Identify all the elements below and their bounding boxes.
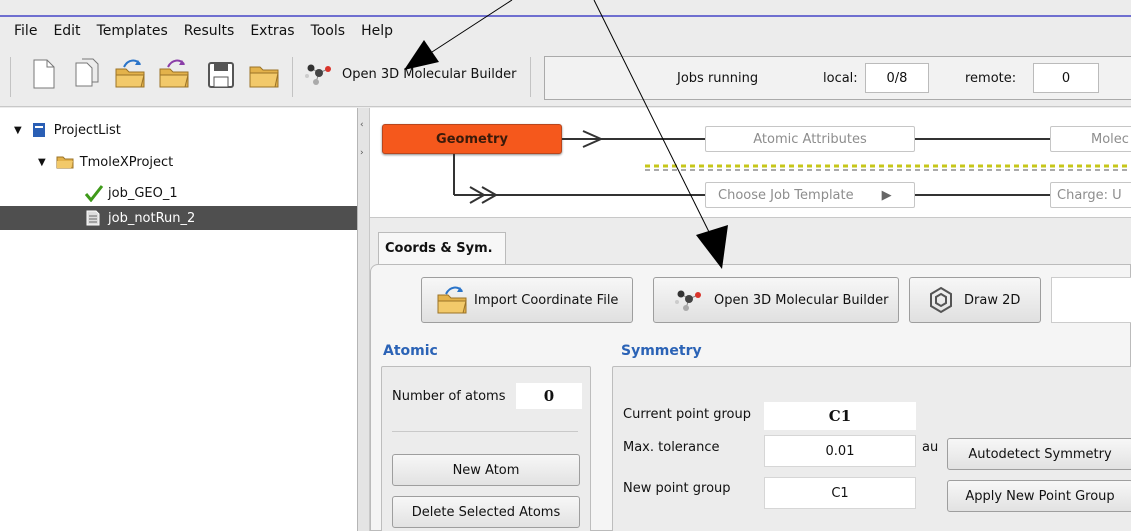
copy-file-icon[interactable] [72,57,102,91]
draw-2d-button[interactable]: Draw 2D [909,277,1041,323]
symmetry-section-title: Symmetry [621,343,702,359]
max-tolerance-label: Max. tolerance [623,440,720,455]
current-point-group-value: C1 [764,402,916,430]
delete-selected-atoms-button[interactable]: Delete Selected Atoms [392,496,580,528]
new-atom-button[interactable]: New Atom [392,454,580,486]
save-icon[interactable] [206,57,236,91]
remote-label: remote: [965,71,1017,86]
divider [392,431,578,432]
tree-job-label: job_notRun_2 [108,210,196,226]
molecule-icon [675,290,701,311]
new-point-group-input[interactable]: C1 [764,477,916,509]
number-of-atoms-value: 0 [516,383,582,409]
atomic-attributes-step[interactable]: Atomic Attributes [705,126,915,152]
max-tolerance-input[interactable]: 0.01 [764,435,916,467]
open-3d-builder-label: Open 3D Molecular Builder [342,66,517,82]
tree-job-label: job_GEO_1 [108,185,178,201]
new-file-icon[interactable] [28,57,58,91]
tolerance-unit-label: au [922,440,939,455]
choose-job-template-label: Choose Job Template [718,187,854,203]
open-project-recent-icon[interactable] [158,57,189,91]
hexagon-icon [930,286,952,314]
expand-arrow-icon[interactable]: ▼ [38,157,46,168]
app-window: File Edit Templates Results Extras Tools… [0,0,1131,531]
menu-bar: File Edit Templates Results Extras Tools… [0,15,1131,45]
import-coordinate-file-button[interactable]: Import Coordinate File [421,277,633,323]
collapse-left-icon[interactable]: ‹ [360,120,364,130]
extra-toolbar-slot [1051,277,1131,323]
open-3d-builder-toolbar-button[interactable]: Open 3D Molecular Builder [302,60,516,88]
project-list-icon [32,123,45,137]
coords-sym-panel: Import Coordinate File Open 3D Molecular… [370,264,1131,531]
menu-extras[interactable]: Extras [250,23,294,39]
remote-jobs-field: 0 [1033,63,1099,93]
molecular-step[interactable]: Molec [1050,126,1131,152]
molecule-icon [305,64,331,85]
tree-item-job-notrun[interactable]: job_notRun_2 [0,206,357,230]
play-arrow-icon: ▶ [881,187,892,203]
local-label: local: [823,71,858,86]
toolbar-separator [530,57,531,97]
open-3d-builder-button[interactable]: Open 3D Molecular Builder [653,277,899,323]
autodetect-symmetry-button[interactable]: Autodetect Symmetry [947,438,1131,470]
open-3d-builder-label: Open 3D Molecular Builder [714,292,889,308]
jobs-running-label: Jobs running [677,71,759,86]
panel-splitter[interactable]: ‹ › [358,108,370,531]
local-jobs-field: 0/8 [865,63,929,93]
choose-job-template-step[interactable]: Choose Job Template ▶ [705,182,915,208]
symmetry-groupbox: Current point group C1 Max. tolerance 0.… [612,366,1131,531]
tree-item-job-geo[interactable]: job_GEO_1 [84,181,178,205]
jobs-running-panel: Jobs running local: 0/8 remote: 0 [544,56,1131,100]
folder-icon [56,156,74,169]
tree-root-label: ProjectList [53,122,121,138]
atomic-section-title: Atomic [383,343,438,359]
tree-item-project[interactable]: ▼ TmoleXProject [38,150,173,174]
current-point-group-label: Current point group [623,407,752,422]
charge-step[interactable]: Charge: U [1050,182,1131,208]
tab-coords-sym[interactable]: Coords & Sym. [378,232,506,264]
document-icon [86,210,100,226]
menu-templates[interactable]: Templates [97,23,168,39]
project-tree: ▼ ProjectList ▼ TmoleXProject job_GEO_1 … [0,108,358,531]
tab-area: Coords & Sym. Import Coordinate File Ope… [370,218,1131,531]
toolbar-grip [10,57,11,97]
atomic-groupbox: Number of atoms 0 New Atom Delete Select… [381,366,591,531]
toolbar: Open 3D Molecular Builder Jobs running l… [0,47,1131,107]
tree-item-projectlist[interactable]: ▼ ProjectList [14,118,121,142]
open-project-icon [437,286,467,314]
draw-2d-label: Draw 2D [964,292,1021,308]
menu-help[interactable]: Help [361,23,393,39]
apply-new-point-group-button[interactable]: Apply New Point Group [947,480,1131,512]
new-point-group-label: New point group [623,481,731,496]
menu-file[interactable]: File [14,23,37,39]
menu-tools[interactable]: Tools [311,23,346,39]
import-coordinate-file-label: Import Coordinate File [474,292,619,308]
expand-arrow-icon[interactable]: ▼ [14,125,22,136]
number-of-atoms-label: Number of atoms [392,389,506,404]
toolbar-separator [292,57,293,97]
folder-icon[interactable] [248,57,279,91]
menu-results[interactable]: Results [184,23,235,39]
open-project-icon[interactable] [114,57,145,91]
checkmark-icon [84,185,104,202]
menu-edit[interactable]: Edit [53,23,80,39]
expand-right-icon[interactable]: › [360,148,364,158]
tree-project-label: TmoleXProject [79,154,174,170]
workflow-panel: Geometry Atomic Attributes Molec Choose … [370,108,1131,218]
